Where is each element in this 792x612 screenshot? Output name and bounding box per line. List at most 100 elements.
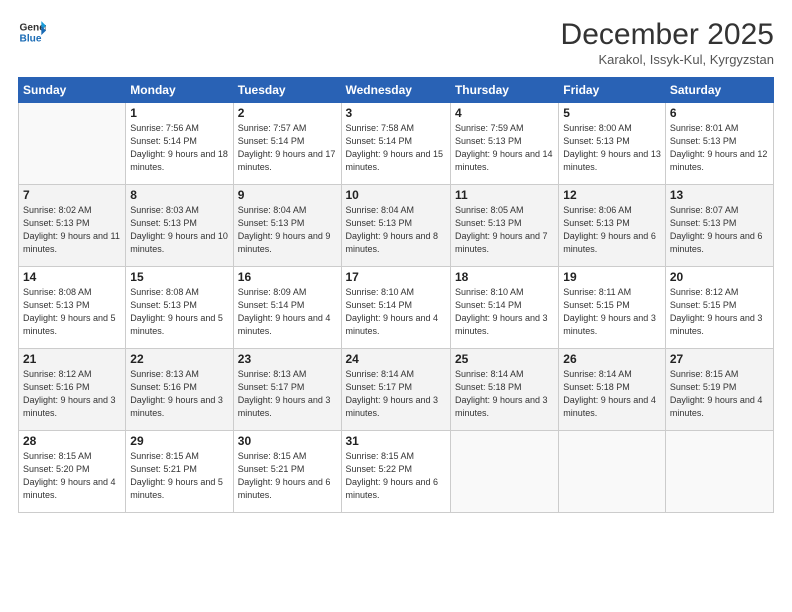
calendar-cell: 14 Sunrise: 8:08 AMSunset: 5:13 PMDayligh… (19, 267, 126, 349)
day-number: 22 (130, 352, 228, 366)
calendar-week-1: 1 Sunrise: 7:56 AMSunset: 5:14 PMDaylight… (19, 103, 774, 185)
calendar-cell: 13 Sunrise: 8:07 AMSunset: 5:13 PMDayligh… (665, 185, 773, 267)
calendar-cell: 23 Sunrise: 8:13 AMSunset: 5:17 PMDayligh… (233, 349, 341, 431)
day-number: 4 (455, 106, 554, 120)
day-number: 31 (346, 434, 446, 448)
day-number: 10 (346, 188, 446, 202)
calendar-cell: 24 Sunrise: 8:14 AMSunset: 5:17 PMDayligh… (341, 349, 450, 431)
day-number: 16 (238, 270, 337, 284)
calendar-cell: 12Sunrise: 8:06 AMSunset: 5:13 PMDayligh… (559, 185, 666, 267)
calendar-week-2: 7 Sunrise: 8:02 AMSunset: 5:13 PMDaylight… (19, 185, 774, 267)
title-block: December 2025 Karakol, Issyk-Kul, Kyrgyz… (561, 18, 774, 67)
day-info: Sunrise: 8:14 AMSunset: 5:18 PMDaylight:… (563, 368, 661, 420)
day-info: Sunrise: 8:08 AMSunset: 5:13 PMDaylight:… (130, 286, 228, 338)
day-info: Sunrise: 8:14 AMSunset: 5:17 PMDaylight:… (346, 368, 446, 420)
calendar-week-5: 28 Sunrise: 8:15 AMSunset: 5:20 PMDayligh… (19, 431, 774, 513)
day-info: Sunrise: 8:01 AMSunset: 5:13 PMDaylight:… (670, 122, 769, 174)
logo: General Blue (18, 18, 46, 46)
calendar-cell: 27 Sunrise: 8:15 AMSunset: 5:19 PMDayligh… (665, 349, 773, 431)
day-number: 8 (130, 188, 228, 202)
calendar-cell: 9 Sunrise: 8:04 AMSunset: 5:13 PMDaylight… (233, 185, 341, 267)
calendar-cell: 15 Sunrise: 8:08 AMSunset: 5:13 PMDayligh… (126, 267, 233, 349)
calendar-cell: 2Sunrise: 7:57 AMSunset: 5:14 PMDaylight… (233, 103, 341, 185)
calendar-cell: 7 Sunrise: 8:02 AMSunset: 5:13 PMDaylight… (19, 185, 126, 267)
calendar-cell: 6 Sunrise: 8:01 AMSunset: 5:13 PMDaylight… (665, 103, 773, 185)
day-number: 27 (670, 352, 769, 366)
day-number: 13 (670, 188, 769, 202)
day-info: Sunrise: 8:15 AMSunset: 5:22 PMDaylight:… (346, 450, 446, 502)
day-info: Sunrise: 8:05 AMSunset: 5:13 PMDaylight:… (455, 204, 554, 256)
col-friday: Friday (559, 78, 666, 103)
day-info: Sunrise: 8:02 AMSunset: 5:13 PMDaylight:… (23, 204, 121, 256)
calendar-cell (19, 103, 126, 185)
day-number: 18 (455, 270, 554, 284)
day-info: Sunrise: 8:06 AMSunset: 5:13 PMDaylight:… (563, 204, 661, 256)
day-info: Sunrise: 8:13 AMSunset: 5:16 PMDaylight:… (130, 368, 228, 420)
day-info: Sunrise: 8:03 AMSunset: 5:13 PMDaylight:… (130, 204, 228, 256)
col-wednesday: Wednesday (341, 78, 450, 103)
day-info: Sunrise: 8:04 AMSunset: 5:13 PMDaylight:… (238, 204, 337, 256)
calendar-cell: 16Sunrise: 8:09 AMSunset: 5:14 PMDayligh… (233, 267, 341, 349)
day-number: 28 (23, 434, 121, 448)
day-number: 3 (346, 106, 446, 120)
calendar-cell: 22 Sunrise: 8:13 AMSunset: 5:16 PMDayligh… (126, 349, 233, 431)
calendar-cell (450, 431, 558, 513)
day-number: 15 (130, 270, 228, 284)
day-number: 26 (563, 352, 661, 366)
calendar-cell: 11 Sunrise: 8:05 AMSunset: 5:13 PMDayligh… (450, 185, 558, 267)
day-info: Sunrise: 8:07 AMSunset: 5:13 PMDaylight:… (670, 204, 769, 256)
day-number: 23 (238, 352, 337, 366)
calendar-cell: 17Sunrise: 8:10 AMSunset: 5:14 PMDayligh… (341, 267, 450, 349)
day-number: 19 (563, 270, 661, 284)
day-number: 14 (23, 270, 121, 284)
col-monday: Monday (126, 78, 233, 103)
day-info: Sunrise: 8:08 AMSunset: 5:13 PMDaylight:… (23, 286, 121, 338)
day-number: 11 (455, 188, 554, 202)
day-info: Sunrise: 8:12 AMSunset: 5:15 PMDaylight:… (670, 286, 769, 338)
svg-text:Blue: Blue (20, 33, 42, 44)
day-number: 9 (238, 188, 337, 202)
page: General Blue December 2025 Karakol, Issy… (0, 0, 792, 612)
calendar-cell: 31 Sunrise: 8:15 AMSunset: 5:22 PMDayligh… (341, 431, 450, 513)
logo-icon: General Blue (18, 18, 46, 46)
day-number: 7 (23, 188, 121, 202)
calendar-cell: 28 Sunrise: 8:15 AMSunset: 5:20 PMDayligh… (19, 431, 126, 513)
calendar-week-3: 14 Sunrise: 8:08 AMSunset: 5:13 PMDayligh… (19, 267, 774, 349)
calendar-cell: 26 Sunrise: 8:14 AMSunset: 5:18 PMDayligh… (559, 349, 666, 431)
day-number: 1 (130, 106, 228, 120)
day-info: Sunrise: 8:10 AMSunset: 5:14 PMDaylight:… (455, 286, 554, 338)
calendar: Sunday Monday Tuesday Wednesday Thursday… (18, 77, 774, 513)
day-info: Sunrise: 8:15 AMSunset: 5:21 PMDaylight:… (130, 450, 228, 502)
calendar-week-4: 21Sunrise: 8:12 AMSunset: 5:16 PMDayligh… (19, 349, 774, 431)
day-info: Sunrise: 8:15 AMSunset: 5:21 PMDaylight:… (238, 450, 337, 502)
month-title: December 2025 (561, 18, 774, 52)
col-tuesday: Tuesday (233, 78, 341, 103)
header: General Blue December 2025 Karakol, Issy… (18, 18, 774, 67)
calendar-cell: 19Sunrise: 8:11 AMSunset: 5:15 PMDayligh… (559, 267, 666, 349)
calendar-cell: 3 Sunrise: 7:58 AMSunset: 5:14 PMDaylight… (341, 103, 450, 185)
day-info: Sunrise: 8:00 AMSunset: 5:13 PMDaylight:… (563, 122, 661, 174)
day-number: 24 (346, 352, 446, 366)
calendar-cell: 5Sunrise: 8:00 AMSunset: 5:13 PMDaylight… (559, 103, 666, 185)
day-number: 21 (23, 352, 121, 366)
day-info: Sunrise: 8:15 AMSunset: 5:19 PMDaylight:… (670, 368, 769, 420)
calendar-cell: 30 Sunrise: 8:15 AMSunset: 5:21 PMDayligh… (233, 431, 341, 513)
calendar-cell: 21Sunrise: 8:12 AMSunset: 5:16 PMDayligh… (19, 349, 126, 431)
col-saturday: Saturday (665, 78, 773, 103)
day-info: Sunrise: 7:56 AMSunset: 5:14 PMDaylight:… (130, 122, 228, 174)
calendar-cell: 1 Sunrise: 7:56 AMSunset: 5:14 PMDaylight… (126, 103, 233, 185)
calendar-cell: 8 Sunrise: 8:03 AMSunset: 5:13 PMDaylight… (126, 185, 233, 267)
col-sunday: Sunday (19, 78, 126, 103)
day-info: Sunrise: 8:13 AMSunset: 5:17 PMDaylight:… (238, 368, 337, 420)
day-info: Sunrise: 8:15 AMSunset: 5:20 PMDaylight:… (23, 450, 121, 502)
calendar-cell (559, 431, 666, 513)
day-info: Sunrise: 8:14 AMSunset: 5:18 PMDaylight:… (455, 368, 554, 420)
calendar-cell: 18 Sunrise: 8:10 AMSunset: 5:14 PMDayligh… (450, 267, 558, 349)
col-thursday: Thursday (450, 78, 558, 103)
calendar-cell (665, 431, 773, 513)
day-number: 6 (670, 106, 769, 120)
day-number: 2 (238, 106, 337, 120)
header-row: Sunday Monday Tuesday Wednesday Thursday… (19, 78, 774, 103)
day-info: Sunrise: 7:58 AMSunset: 5:14 PMDaylight:… (346, 122, 446, 174)
day-number: 30 (238, 434, 337, 448)
